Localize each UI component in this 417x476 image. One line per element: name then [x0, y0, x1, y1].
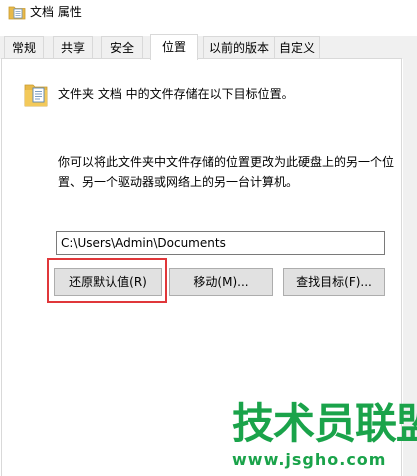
tab-location[interactable]: 位置	[150, 34, 198, 60]
watermark-text: 技术员联盟	[232, 399, 417, 448]
folder-doc-icon	[8, 6, 26, 20]
tab-customize[interactable]: 自定义	[274, 36, 320, 58]
move-button[interactable]: 移动(M)...	[169, 268, 273, 296]
tab-sharing[interactable]: 共享	[53, 36, 93, 58]
path-field[interactable]	[56, 231, 385, 255]
tab-previous-versions[interactable]: 以前的版本	[203, 36, 275, 58]
title-bar: 文档 属性	[0, 0, 417, 26]
location-description: 文件夹 文档 中的文件存储在以下目标位置。	[58, 87, 294, 101]
restore-default-button[interactable]: 还原默认值(R)	[54, 268, 162, 296]
location-explanation: 你可以将此文件夹中文件存储的位置更改为此硬盘上的另一个位置、另一个驱动器或网络上…	[58, 155, 395, 189]
tab-general[interactable]: 常规	[4, 36, 44, 58]
watermark: 技术员联盟 www.jsgho.com	[232, 400, 417, 472]
properties-window: 文档 属性 常规 共享 安全 位置 以前的版本 自定义 文件夹 文档 中的文件存…	[0, 0, 417, 476]
find-target-button[interactable]: 查找目标(F)...	[283, 268, 385, 296]
window-title: 文档 属性	[30, 5, 82, 19]
tab-strip: 常规 共享 安全 位置 以前的版本 自定义	[0, 34, 417, 60]
watermark-url: www.jsgho.com	[232, 450, 387, 469]
tab-security[interactable]: 安全	[101, 36, 143, 58]
folder-doc-icon	[24, 84, 48, 107]
